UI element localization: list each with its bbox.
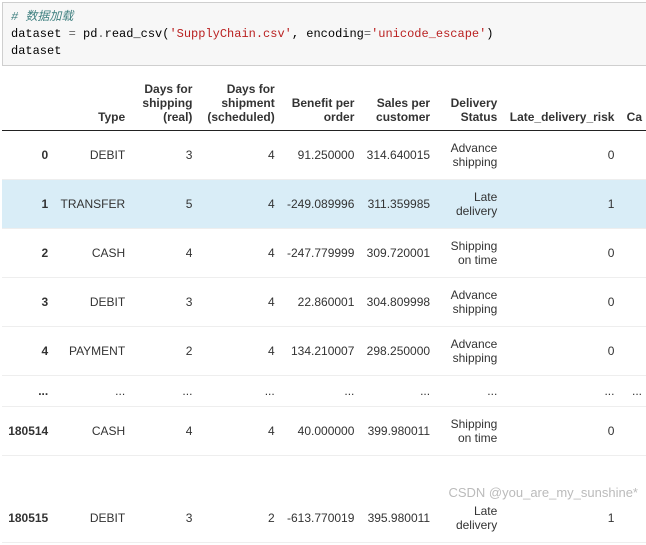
col-ca: Ca (620, 76, 646, 131)
cell: 3 (131, 278, 198, 327)
cell: 4 (198, 327, 280, 376)
ellipsis-cell: ... (2, 376, 54, 407)
cell: 40.000000 (281, 407, 361, 456)
cell (620, 278, 646, 327)
cell: 395.980011 (360, 494, 436, 543)
cell: 2 (131, 327, 198, 376)
col-sales-per-customer: Sales per customer (360, 76, 436, 131)
cell: 0 (503, 278, 620, 327)
col-benefit-per-order: Benefit per order (281, 76, 361, 131)
cell: Shipping on time (436, 407, 503, 456)
cell: 3 (131, 131, 198, 180)
ellipsis-cell: ... (54, 376, 131, 407)
cell: 134.210007 (281, 327, 361, 376)
table-body: 0DEBIT3491.250000314.640015Advance shipp… (2, 131, 646, 543)
cell: CASH (54, 407, 131, 456)
cell: -613.770019 (281, 494, 361, 543)
cell: Late delivery (436, 494, 503, 543)
cell (620, 229, 646, 278)
cell: Advance shipping (436, 131, 503, 180)
table-row: 180515DEBIT32-613.770019395.980011Late d… (2, 494, 646, 543)
cell: 0 (503, 131, 620, 180)
cell: DEBIT (54, 278, 131, 327)
watermark: CSDN @you_are_my_sunshine* (448, 485, 638, 500)
cell: TRANSFER (54, 180, 131, 229)
code-line-1: # 数据加载 (11, 9, 639, 26)
table-row: 2CASH44-247.779999309.720001Shipping on … (2, 229, 646, 278)
col-days-shipment-scheduled: Days for shipment (scheduled) (198, 76, 280, 131)
cell: 4 (198, 229, 280, 278)
cell: 4 (198, 407, 280, 456)
ellipsis-cell: ... (131, 376, 198, 407)
ellipsis-cell: ... (198, 376, 280, 407)
cell: 4 (2, 327, 54, 376)
cell: 0 (2, 131, 54, 180)
cell: 2 (198, 494, 280, 543)
cell: 3 (2, 278, 54, 327)
cell: 4 (198, 278, 280, 327)
col-days-shipping-real: Days for shipping (real) (131, 76, 198, 131)
cell: 4 (131, 407, 198, 456)
table-row: 180514CASH4440.000000399.980011Shipping … (2, 407, 646, 456)
cell: 298.250000 (360, 327, 436, 376)
cell: 2 (2, 229, 54, 278)
ellipsis-cell: ... (503, 376, 620, 407)
ellipsis-cell: ... (281, 376, 361, 407)
cell: 3 (131, 494, 198, 543)
ellipsis-cell: ... (360, 376, 436, 407)
cell: DEBIT (54, 494, 131, 543)
cell: 180515 (2, 494, 54, 543)
cell: 22.860001 (281, 278, 361, 327)
cell (620, 327, 646, 376)
cell (620, 494, 646, 543)
code-cell: # 数据加载 dataset = pd.read_csv('SupplyChai… (2, 2, 646, 66)
cell: 1 (2, 180, 54, 229)
ellipsis-cell: ... (620, 376, 646, 407)
code-line-3: dataset (11, 43, 639, 60)
dataframe-table: Type Days for shipping (real) Days for s… (2, 76, 646, 543)
table-row: 4PAYMENT24134.210007298.250000Advance sh… (2, 327, 646, 376)
cell: 4 (131, 229, 198, 278)
cell (620, 131, 646, 180)
cell: 180514 (2, 407, 54, 456)
cell: 5 (131, 180, 198, 229)
col-delivery-status: Delivery Status (436, 76, 503, 131)
cell: Advance shipping (436, 278, 503, 327)
cell: 304.809998 (360, 278, 436, 327)
comment: # 数据加载 (11, 10, 73, 24)
cell: 1 (503, 180, 620, 229)
cell: 311.359985 (360, 180, 436, 229)
cell (620, 407, 646, 456)
table-row: 3DEBIT3422.860001304.809998Advance shipp… (2, 278, 646, 327)
col-index (2, 76, 54, 131)
cell: Advance shipping (436, 327, 503, 376)
cell: 0 (503, 229, 620, 278)
cell: 91.250000 (281, 131, 361, 180)
cell: CASH (54, 229, 131, 278)
table-row: ........................... (2, 376, 646, 407)
col-late-delivery-risk: Late_delivery_risk (503, 76, 620, 131)
code-line-2: dataset = pd.read_csv('SupplyChain.csv',… (11, 26, 639, 43)
cell: 309.720001 (360, 229, 436, 278)
cell: 0 (503, 327, 620, 376)
cell: Late delivery (436, 180, 503, 229)
col-type: Type (54, 76, 131, 131)
cell: -249.089996 (281, 180, 361, 229)
cell: 399.980011 (360, 407, 436, 456)
cell: Shipping on time (436, 229, 503, 278)
table-row: 0DEBIT3491.250000314.640015Advance shipp… (2, 131, 646, 180)
cell: -247.779999 (281, 229, 361, 278)
cell: DEBIT (54, 131, 131, 180)
ellipsis-cell: ... (436, 376, 503, 407)
cell (620, 180, 646, 229)
cell: 0 (503, 407, 620, 456)
cell: 1 (503, 494, 620, 543)
cell: PAYMENT (54, 327, 131, 376)
table-header: Type Days for shipping (real) Days for s… (2, 76, 646, 131)
cell: 4 (198, 131, 280, 180)
cell: 4 (198, 180, 280, 229)
table-row: 1TRANSFER54-249.089996311.359985Late del… (2, 180, 646, 229)
cell: 314.640015 (360, 131, 436, 180)
